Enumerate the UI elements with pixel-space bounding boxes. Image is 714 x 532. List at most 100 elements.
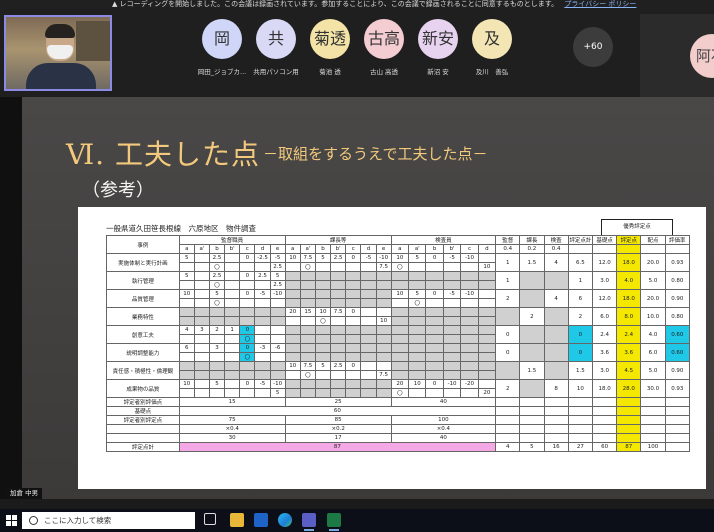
allocation-cell: 30.0 xyxy=(640,379,666,398)
self-video-tile[interactable] xyxy=(4,15,112,91)
rating-score-cell: 2.4 xyxy=(616,325,642,344)
weighted-score-cell xyxy=(519,271,545,290)
taskbar-search-box[interactable]: ここに入力して検索 xyxy=(22,512,195,529)
participant-tile[interactable]: 共共用パソコン用 xyxy=(246,19,306,83)
inspector-cell xyxy=(390,280,410,290)
supervisor-cell xyxy=(269,325,286,335)
participant-name: 岡田_ジョブカ... xyxy=(197,68,247,76)
base-score-cell: 12.0 xyxy=(591,289,618,308)
manager-cell xyxy=(360,334,377,344)
file-explorer-icon[interactable] xyxy=(230,513,244,527)
weighted-score-cell: 8 xyxy=(543,379,569,398)
inspector-cell xyxy=(408,334,427,344)
table-cell xyxy=(567,406,593,416)
manager-cell xyxy=(375,298,392,308)
supervisor-cell xyxy=(269,334,286,344)
table-cell xyxy=(640,424,666,434)
weighted-score-cell xyxy=(543,325,569,344)
supervisor-cell xyxy=(193,271,210,281)
manager-cell xyxy=(299,343,316,353)
supervisor-cell xyxy=(269,307,286,317)
supervisor-cell: 3 xyxy=(193,325,210,335)
table-cell xyxy=(591,424,618,434)
manager-cell xyxy=(299,379,316,389)
subheader: c xyxy=(239,244,256,254)
supervisor-cell xyxy=(193,307,210,317)
manager-cell: 7.5 xyxy=(299,253,316,263)
participant-tile[interactable]: 岡岡田_ジョブカ... xyxy=(192,19,252,83)
table-cell xyxy=(543,397,569,407)
inspector-cell xyxy=(442,316,462,326)
weighted-score-cell: 0 xyxy=(495,343,521,362)
taskbar: ここに入力して検索 xyxy=(0,509,714,532)
edge-browser-icon[interactable] xyxy=(278,513,292,527)
manager-cell xyxy=(314,280,332,290)
header-supervisor: 監督職員 xyxy=(178,235,286,245)
inspector-cell: 10 xyxy=(390,253,410,263)
summary-value: 15 xyxy=(178,397,286,407)
supervisor-cell: 0 xyxy=(239,325,256,335)
outlook-icon[interactable] xyxy=(254,513,268,527)
supervisor-cell: 5 xyxy=(269,388,286,398)
more-participants-button[interactable]: +60 xyxy=(573,27,613,67)
windows-start-icon[interactable] xyxy=(6,515,17,526)
manager-cell: 2.5 xyxy=(330,253,347,263)
allocation-cell: 10.0 xyxy=(640,307,666,326)
supervisor-cell: 0 xyxy=(239,343,256,353)
manager-cell xyxy=(360,271,377,281)
manager-cell xyxy=(284,388,301,398)
inspector-cell xyxy=(442,298,462,308)
participant-tile[interactable]: 及及川 善弘 xyxy=(462,19,522,83)
privacy-policy-link[interactable]: プライバシー ポリシー xyxy=(564,0,636,8)
participant-tile[interactable]: 古高 古山 高透 xyxy=(354,19,414,83)
manager-cell xyxy=(314,289,332,299)
header-i: 評定点 xyxy=(616,235,642,245)
inspector-cell: 〇 xyxy=(390,262,410,272)
manager-cell xyxy=(330,316,347,326)
manager-cell: 10 xyxy=(284,361,301,371)
allocation-cell: 5.0 xyxy=(640,361,666,380)
table-cell xyxy=(616,424,642,434)
supervisor-cell xyxy=(254,352,271,362)
supervisor-cell xyxy=(193,253,210,263)
table-cell xyxy=(543,424,569,434)
teams-icon[interactable] xyxy=(302,513,316,531)
inspector-cell xyxy=(390,307,410,317)
inspector-cell xyxy=(425,352,444,362)
supervisor-cell: 〇 xyxy=(208,298,226,308)
supervisor-cell xyxy=(239,280,256,290)
excel-icon[interactable] xyxy=(327,513,341,531)
supervisor-cell xyxy=(178,280,195,290)
inspector-cell xyxy=(460,343,479,353)
supervisor-cell: 5 xyxy=(178,253,195,263)
slide-subtitle: －取組をするうえで工夫した点－ xyxy=(263,145,488,163)
manager-cell xyxy=(330,298,347,308)
table-cell xyxy=(591,406,618,416)
participant-tile[interactable]: 新安 新沼 安 xyxy=(408,19,468,83)
table-cell xyxy=(567,415,593,425)
supervisor-cell xyxy=(224,352,241,362)
inspector-cell: -5 xyxy=(442,253,462,263)
participant-tile[interactable]: 菊透 菊池 透 xyxy=(300,19,360,83)
manager-cell xyxy=(314,262,332,272)
supervisor-cell xyxy=(224,361,241,371)
header-d: 監督 xyxy=(495,235,521,245)
weighted-score-cell: 2 xyxy=(495,289,521,308)
manager-cell: 2.5 xyxy=(330,361,347,371)
inspector-cell: 10 xyxy=(390,289,410,299)
supervisor-cell xyxy=(178,262,195,272)
inspector-cell xyxy=(477,253,497,263)
supervisor-cell xyxy=(193,334,210,344)
active-speaker-tile[interactable]: 阿石 xyxy=(640,14,714,97)
supervisor-cell: 3 xyxy=(208,343,226,353)
task-view-icon[interactable] xyxy=(204,513,216,525)
inspector-cell xyxy=(425,334,444,344)
supervisor-cell: 0 xyxy=(239,253,256,263)
inspector-cell xyxy=(477,316,497,326)
active-speaker-avatar: 阿石 xyxy=(690,34,714,78)
inspector-cell xyxy=(425,370,444,380)
inspector-cell: 10 xyxy=(477,262,497,272)
summary-label: 基礎点 xyxy=(106,406,180,416)
header-h: 基礎点 xyxy=(591,235,618,245)
supervisor-cell: -2.5 xyxy=(254,253,271,263)
